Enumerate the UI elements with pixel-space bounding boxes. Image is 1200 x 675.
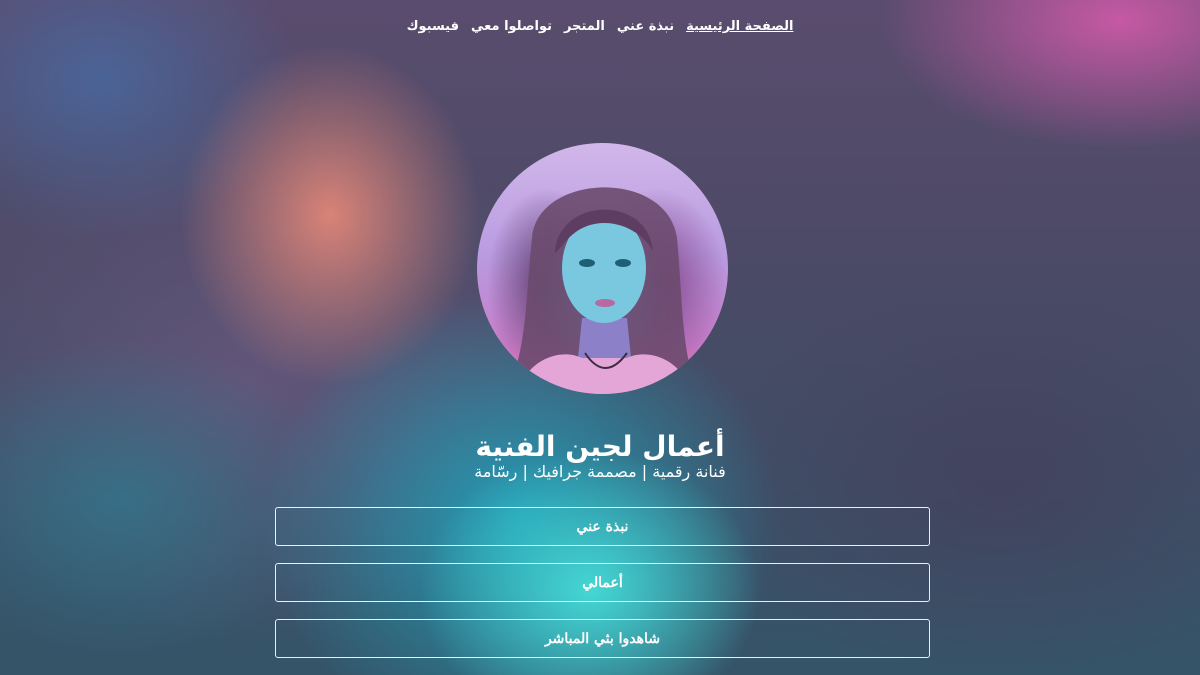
nav-store-link[interactable]: المتجر — [564, 19, 605, 34]
nav-home-link[interactable]: الصفحة الرئيسية — [686, 19, 794, 34]
portrait-illustration — [515, 187, 692, 394]
nav-about-link[interactable]: نبذة عني — [617, 19, 675, 34]
page-subtitle: فنانة رقمية | مصممة جرافيك | رسّامة — [474, 462, 726, 481]
nav-contact-link[interactable]: تواصلوا معي — [471, 19, 552, 34]
nav-facebook-link[interactable]: فيسبوك — [407, 19, 460, 34]
about-me-button[interactable]: نبذة عني — [275, 507, 930, 546]
top-navigation: الصفحة الرئيسية نبذة عني المتجر تواصلوا … — [0, 19, 1200, 34]
my-works-button[interactable]: أعمالي — [275, 563, 930, 602]
profile-avatar — [477, 143, 728, 394]
link-list: نبذة عني أعمالي شاهدوا بثي المباشر — [275, 507, 930, 675]
live-stream-button[interactable]: شاهدوا بثي المباشر — [275, 619, 930, 658]
